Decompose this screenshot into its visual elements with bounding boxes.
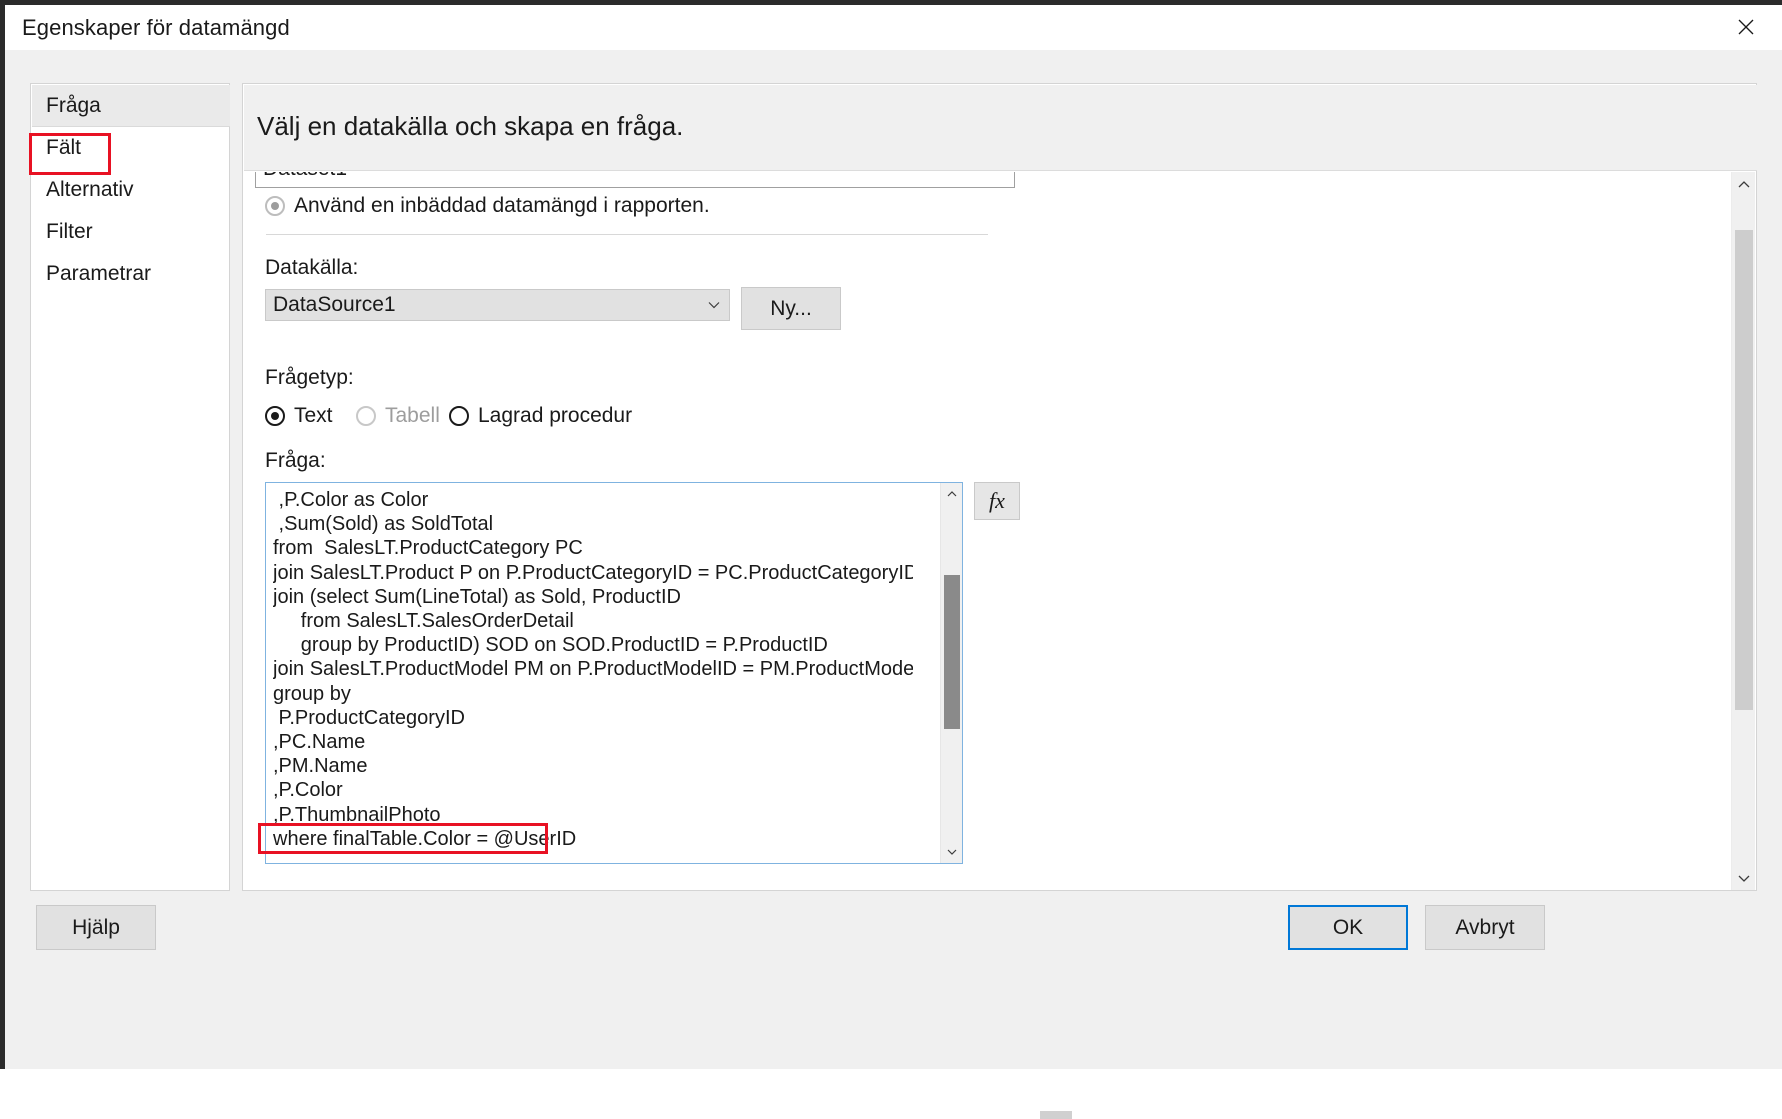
ok-button-label: OK bbox=[1333, 916, 1363, 940]
radio-icon bbox=[265, 406, 285, 426]
title-bar: Egenskaper för datamängd bbox=[5, 5, 1782, 51]
new-datasource-button[interactable]: Ny... bbox=[741, 287, 841, 330]
radio-icon bbox=[265, 196, 285, 216]
content-scroll-region: Dataset1 Använd en inbäddad datamängd i … bbox=[244, 172, 1757, 890]
querytype-radio-stored-procedure-label: Lagrad procedur bbox=[478, 404, 632, 428]
chevron-down-glyph bbox=[1738, 874, 1750, 883]
fx-icon: fx bbox=[989, 488, 1005, 514]
sidebar-item-label: Fält bbox=[46, 136, 81, 160]
help-button[interactable]: Hjälp bbox=[36, 905, 156, 950]
querytype-radio-tabell-label: Tabell bbox=[385, 404, 440, 428]
expression-button[interactable]: fx bbox=[974, 482, 1020, 520]
sidebar-item-label: Fråga bbox=[46, 94, 101, 118]
query-label: Fråga: bbox=[265, 449, 326, 473]
sidebar-item-fraga[interactable]: Fråga bbox=[32, 85, 230, 127]
datasource-label: Datakälla: bbox=[265, 256, 358, 280]
scroll-down-icon[interactable] bbox=[941, 841, 963, 863]
dataset-name-value: Dataset1 bbox=[263, 172, 347, 181]
chevron-down-glyph bbox=[947, 848, 957, 856]
content-scrollbar-thumb[interactable] bbox=[1735, 230, 1753, 710]
page-title: Välj en datakälla och skapa en fråga. bbox=[257, 111, 683, 142]
sidebar-item-parametrar[interactable]: Parametrar bbox=[32, 253, 230, 295]
querytype-radio-text[interactable]: Text bbox=[265, 404, 333, 428]
embedded-dataset-radio[interactable]: Använd en inbäddad datamängd i rapporten… bbox=[265, 194, 710, 218]
sidebar-item-falt[interactable]: Fält bbox=[32, 127, 230, 169]
querytype-radio-tabell[interactable]: Tabell bbox=[356, 404, 440, 428]
query-vertical-scrollbar[interactable] bbox=[940, 483, 962, 863]
radio-icon bbox=[356, 406, 376, 426]
sidebar-item-alternativ[interactable]: Alternativ bbox=[32, 169, 230, 211]
querytype-radio-text-label: Text bbox=[294, 404, 333, 428]
scroll-up-icon[interactable] bbox=[941, 483, 963, 505]
content-vertical-scrollbar[interactable] bbox=[1731, 172, 1755, 890]
close-icon[interactable] bbox=[1718, 5, 1774, 49]
separator bbox=[266, 234, 988, 235]
scroll-up-icon[interactable] bbox=[1732, 172, 1756, 196]
category-nav-panel: Fråga Fält Alternativ Filter Parametrar bbox=[30, 83, 230, 891]
datasource-select[interactable]: DataSource1 bbox=[265, 289, 730, 321]
dataset-properties-dialog: Egenskaper för datamängd Fråga Fält Alte… bbox=[0, 0, 1782, 1119]
chevron-down-icon bbox=[708, 299, 720, 311]
sidebar-item-label: Filter bbox=[46, 220, 93, 244]
datasource-value: DataSource1 bbox=[273, 293, 396, 317]
cancel-button[interactable]: Avbryt bbox=[1425, 905, 1545, 950]
query-content-panel: Välj en datakälla och skapa en fråga. Da… bbox=[242, 83, 1757, 891]
chevron-up-glyph bbox=[947, 490, 957, 498]
ok-button[interactable]: OK bbox=[1288, 905, 1408, 950]
querytype-label: Frågetyp: bbox=[265, 366, 354, 390]
dataset-name-input[interactable]: Dataset1 bbox=[255, 172, 1015, 188]
new-datasource-button-label: Ny... bbox=[770, 297, 812, 321]
sidebar-item-label: Alternativ bbox=[46, 178, 134, 202]
sidebar-item-label: Parametrar bbox=[46, 262, 151, 286]
query-text-content: ,P.Color as Color ,Sum(Sold) as SoldTota… bbox=[273, 488, 913, 851]
radio-icon bbox=[449, 406, 469, 426]
scroll-down-icon[interactable] bbox=[1732, 866, 1756, 890]
querytype-radio-stored-procedure[interactable]: Lagrad procedur bbox=[449, 404, 632, 428]
embedded-dataset-radio-label: Använd en inbäddad datamängd i rapporten… bbox=[294, 194, 710, 218]
dialog-body: Fråga Fält Alternativ Filter Parametrar … bbox=[5, 50, 1782, 1069]
window-bottom-area bbox=[0, 1069, 1782, 1119]
chevron-up-glyph bbox=[1738, 180, 1750, 189]
taskbar-stub bbox=[1040, 1111, 1072, 1119]
close-x-glyph bbox=[1738, 19, 1754, 35]
content-header: Välj en datakälla och skapa en fråga. bbox=[244, 85, 1757, 171]
query-textarea[interactable]: ,P.Color as Color ,Sum(Sold) as SoldTota… bbox=[265, 482, 963, 864]
sidebar-item-filter[interactable]: Filter bbox=[32, 211, 230, 253]
window-title: Egenskaper för datamängd bbox=[22, 15, 290, 41]
cancel-button-label: Avbryt bbox=[1455, 916, 1514, 940]
chevron-down-glyph bbox=[708, 299, 720, 311]
query-scrollbar-thumb[interactable] bbox=[944, 575, 960, 729]
help-button-label: Hjälp bbox=[72, 916, 120, 940]
